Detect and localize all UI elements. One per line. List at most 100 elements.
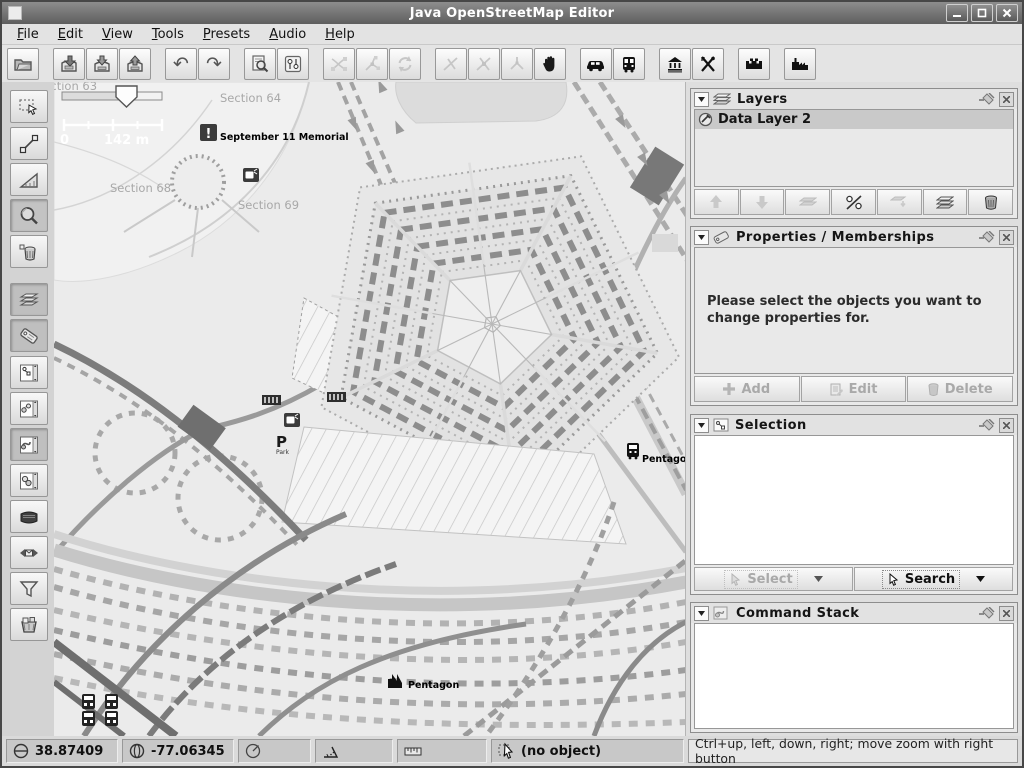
command-close-button[interactable] <box>999 606 1014 621</box>
menu-tools[interactable]: Tools <box>143 25 194 44</box>
properties-close-button[interactable] <box>999 230 1014 245</box>
menu-view[interactable]: View <box>93 25 143 44</box>
properties-collapse-button[interactable] <box>694 230 709 245</box>
platform-icon <box>262 395 281 405</box>
maximize-button[interactable] <box>971 4 993 22</box>
object-info-readout: (no object) <box>491 739 684 763</box>
menu-file[interactable]: File <box>8 25 49 44</box>
pin-icon[interactable] <box>979 231 995 244</box>
command-collapse-button[interactable] <box>694 606 709 621</box>
layer-edit-icon <box>698 112 713 127</box>
selection-close-button[interactable] <box>999 418 1014 433</box>
draw-node-tool-button[interactable] <box>10 127 48 160</box>
select-tool-button[interactable] <box>10 90 48 123</box>
minimize-button[interactable] <box>946 4 968 22</box>
zoom-tool-button[interactable] <box>10 199 48 232</box>
memorial-warning-icon: ! <box>206 127 212 142</box>
preset-factory-button[interactable] <box>784 48 816 80</box>
menu-audio[interactable]: Audio <box>260 25 316 44</box>
search-document-icon <box>250 54 270 74</box>
filter-toggle[interactable] <box>10 572 48 605</box>
layer-up-icon <box>708 195 724 209</box>
command-stack-panel: Command Stack <box>690 602 1018 733</box>
layers-close-button[interactable] <box>999 92 1014 107</box>
pin-icon[interactable] <box>979 607 995 620</box>
save-button[interactable] <box>53 48 85 80</box>
tags-panel-toggle[interactable] <box>10 319 48 352</box>
car-icon <box>585 54 607 74</box>
close-button[interactable] <box>996 4 1018 22</box>
refresh-icon <box>395 54 415 74</box>
pin-icon[interactable] <box>979 419 995 432</box>
layer-down-icon <box>754 195 770 209</box>
selection-list[interactable] <box>694 435 1014 565</box>
user-list-toggle[interactable] <box>10 464 48 497</box>
latitude-icon <box>13 743 29 759</box>
measure-tool-button[interactable] <box>10 163 48 196</box>
redo-button[interactable]: ↷ <box>198 48 230 80</box>
command-stack-list[interactable] <box>694 623 1014 729</box>
layers-collapse-button[interactable] <box>694 92 709 107</box>
undo-button[interactable]: ↶ <box>165 48 197 80</box>
changeset-basket-icon <box>18 614 40 636</box>
select-tool-icon <box>18 96 40 118</box>
layers-list[interactable]: Data Layer 2 <box>694 109 1014 187</box>
selection-list-toggle[interactable] <box>10 356 48 389</box>
layer-up-button[interactable] <box>694 189 739 215</box>
command-stack-toggle[interactable] <box>10 428 48 461</box>
preset-bank-button[interactable] <box>659 48 691 80</box>
delete-tag-button[interactable]: Delete <box>907 376 1013 402</box>
selection-list-icon <box>18 362 40 384</box>
preset-bus-button[interactable] <box>613 48 645 80</box>
selection-panel-title: Selection <box>735 418 807 433</box>
merge-layers-button[interactable] <box>785 189 830 215</box>
delete-tool-button[interactable] <box>10 235 48 268</box>
split-way-button[interactable] <box>435 48 467 80</box>
scale-min-label: 0 <box>60 133 69 148</box>
delete-layer-button[interactable] <box>968 189 1013 215</box>
menu-help[interactable]: Help <box>316 25 365 44</box>
menu-presets[interactable]: Presets <box>194 25 260 44</box>
update-data-button[interactable] <box>389 48 421 80</box>
pin-icon[interactable] <box>979 93 995 106</box>
object-info-value: (no object) <box>521 744 601 759</box>
unglue-ways-button[interactable] <box>468 48 500 80</box>
chevron-down-icon <box>814 576 823 582</box>
edit-tag-button[interactable]: Edit <box>801 376 907 402</box>
chevron-down-icon <box>698 611 705 616</box>
layer-visibility-button[interactable] <box>831 189 876 215</box>
align-nodes-button[interactable] <box>501 48 533 80</box>
preset-car-button[interactable] <box>580 48 612 80</box>
preset-castle-button[interactable] <box>738 48 770 80</box>
layer-down-button[interactable] <box>740 189 785 215</box>
add-tag-button[interactable]: Add <box>694 376 800 402</box>
trash-icon <box>984 195 998 210</box>
layers-panel-toggle[interactable] <box>10 283 48 316</box>
zoom-to-selection-button[interactable] <box>244 48 276 80</box>
relation-list-toggle[interactable] <box>10 392 48 425</box>
changeset-toggle[interactable] <box>10 608 48 641</box>
download-button[interactable] <box>86 48 118 80</box>
history-toggle[interactable] <box>10 500 48 533</box>
layer-row-data-layer-2[interactable]: Data Layer 2 <box>695 110 1013 129</box>
select-button[interactable]: Select <box>694 567 853 591</box>
map-canvas[interactable]: 0 142 m Section 63 Section 64 Section 68… <box>54 82 686 736</box>
window-title: Java OpenStreetMap Editor <box>2 6 1022 21</box>
merge-down-button[interactable] <box>877 189 922 215</box>
pan-button[interactable] <box>534 48 566 80</box>
preset-restaurant-button[interactable] <box>692 48 724 80</box>
conflict-list-toggle[interactable] <box>10 536 48 569</box>
titlebar: Java OpenStreetMap Editor <box>2 2 1022 24</box>
upload-button[interactable] <box>119 48 151 80</box>
minimize-icon <box>952 8 962 18</box>
combine-ways-button[interactable] <box>323 48 355 80</box>
duplicate-layer-button[interactable] <box>923 189 968 215</box>
menu-edit[interactable]: Edit <box>49 25 93 44</box>
selection-collapse-button[interactable] <box>694 418 709 433</box>
combine-ways-icon <box>329 54 349 74</box>
search-button[interactable]: Search <box>854 567 1013 591</box>
open-button[interactable] <box>7 48 39 80</box>
cursor-search-icon <box>887 573 900 586</box>
merge-nodes-button[interactable] <box>356 48 388 80</box>
preferences-button[interactable] <box>277 48 309 80</box>
